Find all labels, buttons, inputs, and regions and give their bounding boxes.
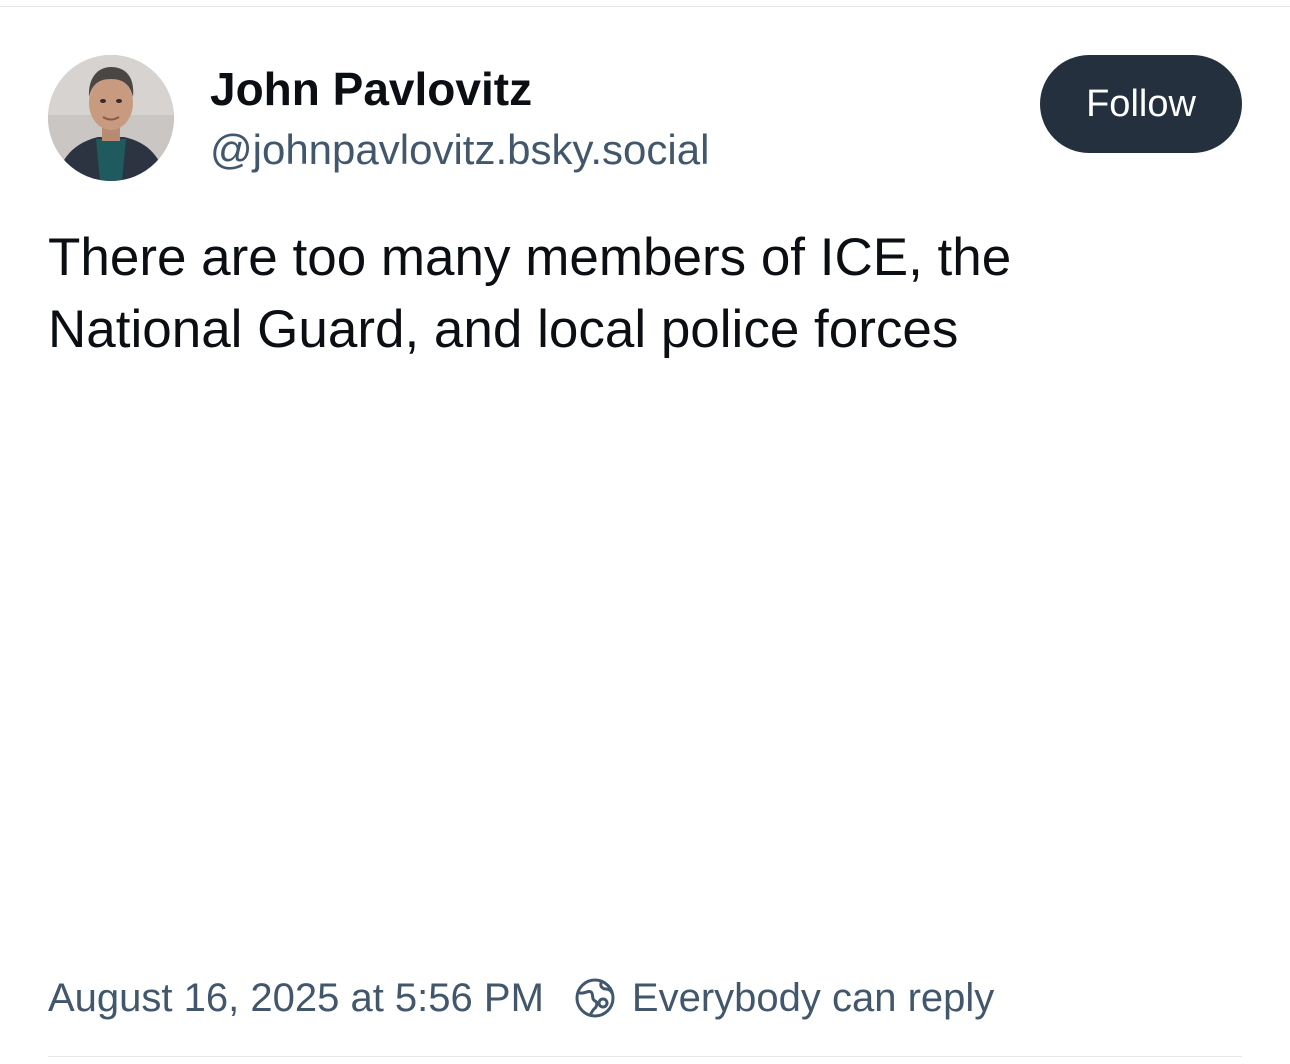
top-divider — [0, 6, 1290, 7]
post-text: There are too many members of ICE, the N… — [48, 228, 1012, 359]
avatar-photo — [48, 55, 174, 181]
reply-setting[interactable]: Everybody can reply — [574, 970, 994, 1026]
bottom-divider — [48, 1056, 1242, 1057]
post-footer: August 16, 2025 at 5:56 PM Everybody can… — [48, 970, 994, 1026]
post-header: John Pavlovitz @johnpavlovitz.bsky.socia… — [48, 55, 1242, 182]
reply-setting-label: Everybody can reply — [631, 976, 995, 1020]
author-display-name[interactable]: John Pavlovitz — [210, 61, 709, 117]
author-info[interactable]: John Pavlovitz @johnpavlovitz.bsky.socia… — [210, 61, 709, 177]
follow-button[interactable]: Follow — [1040, 55, 1242, 153]
globe-icon — [574, 977, 616, 1019]
avatar[interactable] — [48, 55, 174, 181]
author-handle[interactable]: @johnpavlovitz.bsky.social — [210, 123, 709, 177]
post-timestamp[interactable]: August 16, 2025 at 5:56 PM — [48, 970, 544, 1026]
